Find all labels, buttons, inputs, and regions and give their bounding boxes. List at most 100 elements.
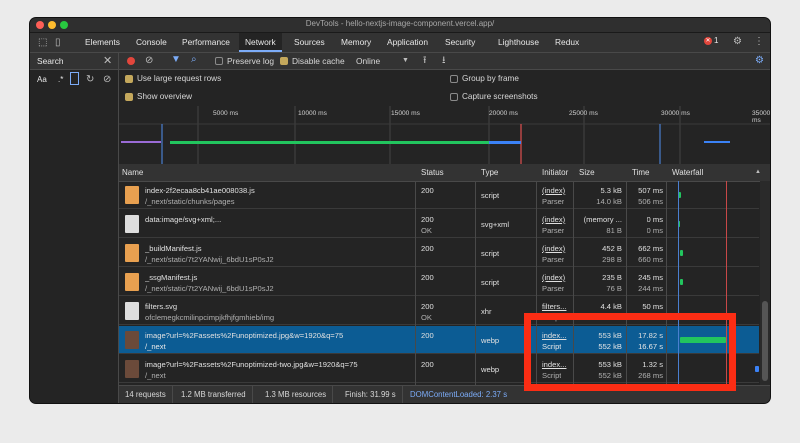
match-case-toggle[interactable]: Aa — [37, 75, 47, 84]
column-header-size[interactable]: Size — [576, 164, 595, 181]
status-cell: 200 — [418, 181, 475, 209]
finish-time: Finish: 31.99 s — [339, 386, 403, 403]
column-header-status[interactable]: Status — [418, 164, 444, 181]
initiator-type: Parser — [542, 197, 565, 206]
request-path: ofclemegkcmilinpcimpjkfhjfgmhieb/img — [145, 313, 275, 322]
initiator-link[interactable]: filters... — [542, 302, 575, 311]
resource-type: script — [481, 191, 500, 200]
name-cell[interactable]: _ssgManifest.js /_next/static/7t2YANwij_6… — [119, 268, 415, 296]
highlight-annotation-box — [524, 313, 736, 391]
waterfall-cell — [669, 210, 759, 238]
status-code: 200 — [421, 331, 434, 340]
network-settings-icon[interactable]: ⚙ — [755, 56, 764, 66]
regex-toggle[interactable]: .* — [58, 75, 63, 84]
settings-gear-icon[interactable]: ⚙ — [733, 37, 742, 47]
record-icon[interactable] — [127, 57, 135, 65]
resource-size: 76 B — [606, 284, 622, 293]
table-row[interactable]: _buildManifest.js /_next/static/7t2YANwij… — [119, 239, 759, 267]
table-row[interactable]: data:image/svg+xml;... 200 OK svg+xml (index… — [119, 210, 759, 238]
status-cell: 200 OK — [418, 297, 475, 325]
name-cell[interactable]: data:image/svg+xml;... — [119, 210, 415, 238]
search-panel: Search ✕ Aa .* ↻ ⊘ — [30, 53, 119, 403]
tab-redux[interactable]: Redux — [549, 33, 585, 52]
more-options-icon[interactable]: ⋮ — [754, 37, 764, 47]
export-har-icon[interactable]: ⭳ — [442, 56, 446, 66]
file-type-icon — [125, 186, 139, 204]
latency-time: 0 ms — [646, 226, 663, 235]
status-code: 200 — [421, 302, 434, 311]
disable-cache-checkbox[interactable] — [280, 57, 288, 65]
close-search-icon[interactable]: ✕ — [103, 54, 112, 67]
tab-application[interactable]: Application — [381, 33, 434, 52]
waterfall-bar — [680, 250, 683, 256]
clear-search-icon[interactable]: ⊘ — [103, 75, 111, 85]
status-cell: 200 — [418, 239, 475, 267]
size-cell: 452 B 298 B — [576, 239, 626, 267]
show-overview-checkbox[interactable] — [125, 93, 133, 101]
waterfall-bar — [755, 366, 759, 372]
tab-lighthouse[interactable]: Lighthouse — [492, 33, 545, 52]
tab-sources[interactable]: Sources — [288, 33, 331, 52]
title-bar: DevTools - hello-nextjs-image-component.… — [30, 18, 770, 33]
name-cell[interactable]: image?url=%2Fassets%2Funoptimized.jpg&w=… — [119, 326, 415, 354]
tab-network[interactable]: Network — [239, 33, 282, 52]
scrollbar[interactable] — [760, 181, 770, 385]
initiator-link[interactable]: (index) — [542, 244, 575, 253]
error-icon[interactable]: ✕ — [704, 37, 712, 45]
devtools-tab-bar: ⬚ ▯ Elements Console Performance Network… — [30, 33, 770, 53]
table-row[interactable]: _ssgManifest.js /_next/static/7t2YANwij_6… — [119, 268, 759, 296]
type-cell: script — [478, 239, 536, 267]
network-overview[interactable]: 5000 ms 10000 ms 15000 ms 20000 ms 25000… — [119, 106, 770, 165]
refresh-icon[interactable]: ↻ — [86, 75, 94, 85]
column-divider — [415, 181, 416, 385]
overview-tick-label: 15000 ms — [391, 110, 420, 117]
overview-tick-label: 20000 ms — [489, 110, 518, 117]
tab-elements[interactable]: Elements — [79, 33, 126, 52]
preserve-log-checkbox[interactable] — [215, 57, 223, 65]
filter-icon[interactable]: ▼ — [171, 55, 181, 65]
resource-size: 298 B — [602, 255, 622, 264]
column-header-name[interactable]: Name — [119, 164, 143, 181]
waterfall-cell — [669, 181, 759, 209]
chevron-down-icon[interactable]: ▼ — [402, 56, 409, 66]
name-cell[interactable]: index-2f2ecaa8cb41ae008038.js /_next/stat… — [119, 181, 415, 209]
scrollbar-thumb[interactable] — [762, 301, 768, 381]
resource-size: 14.0 kB — [596, 197, 622, 206]
column-header-time[interactable]: Time — [629, 164, 649, 181]
import-har-icon[interactable]: ⭱ — [423, 56, 427, 66]
latency-time: 506 ms — [638, 197, 663, 206]
search-input[interactable] — [70, 72, 79, 85]
tab-performance[interactable]: Performance — [176, 33, 236, 52]
column-header-waterfall[interactable]: Waterfall — [669, 164, 703, 181]
resource-type: script — [481, 249, 500, 258]
inspect-element-icon[interactable]: ⬚ — [38, 38, 47, 48]
size-cell: (memory ... 81 B — [576, 210, 626, 238]
name-cell[interactable]: image?url=%2Fassets%2Funoptimized-two.jp… — [119, 355, 415, 383]
group-by-frame-checkbox[interactable] — [450, 75, 458, 83]
request-name: _ssgManifest.js — [145, 273, 198, 282]
initiator-link[interactable]: (index) — [542, 186, 575, 195]
clear-log-icon[interactable]: ⊘ — [145, 56, 153, 66]
throttling-select[interactable]: Online — [356, 56, 380, 66]
overview-tick-label: 5000 ms — [213, 110, 239, 117]
tab-security[interactable]: Security — [439, 33, 481, 52]
column-header-initiator[interactable]: Initiator — [539, 164, 568, 181]
error-count[interactable]: 1 — [714, 36, 718, 45]
search-icon[interactable]: ⌕ — [191, 55, 197, 65]
network-toolbar: ⊘ ▼ ⌕ Preserve log Disable cache Online … — [119, 53, 770, 70]
request-path: /_next/static/7t2YANwij_6bdU1sP0sJ2 — [145, 255, 274, 264]
initiator-link[interactable]: (index) — [542, 215, 575, 224]
file-type-icon — [125, 302, 139, 320]
name-cell[interactable]: filters.svg ofclemegkcmilinpcimpjkfhjfgmh… — [119, 297, 415, 325]
table-row[interactable]: index-2f2ecaa8cb41ae008038.js /_next/stat… — [119, 181, 759, 209]
tab-memory[interactable]: Memory — [335, 33, 377, 52]
large-rows-checkbox[interactable] — [125, 75, 133, 83]
capture-screenshots-checkbox[interactable] — [450, 93, 458, 101]
name-cell[interactable]: _buildManifest.js /_next/static/7t2YANwij… — [119, 239, 415, 267]
search-panel-header: Search ✕ — [30, 53, 118, 70]
column-header-type[interactable]: Type — [478, 164, 498, 181]
device-toolbar-icon[interactable]: ▯ — [55, 38, 61, 48]
sort-ascending-icon[interactable]: ▲ — [755, 169, 761, 175]
tab-console[interactable]: Console — [130, 33, 173, 52]
initiator-link[interactable]: (index) — [542, 273, 575, 282]
